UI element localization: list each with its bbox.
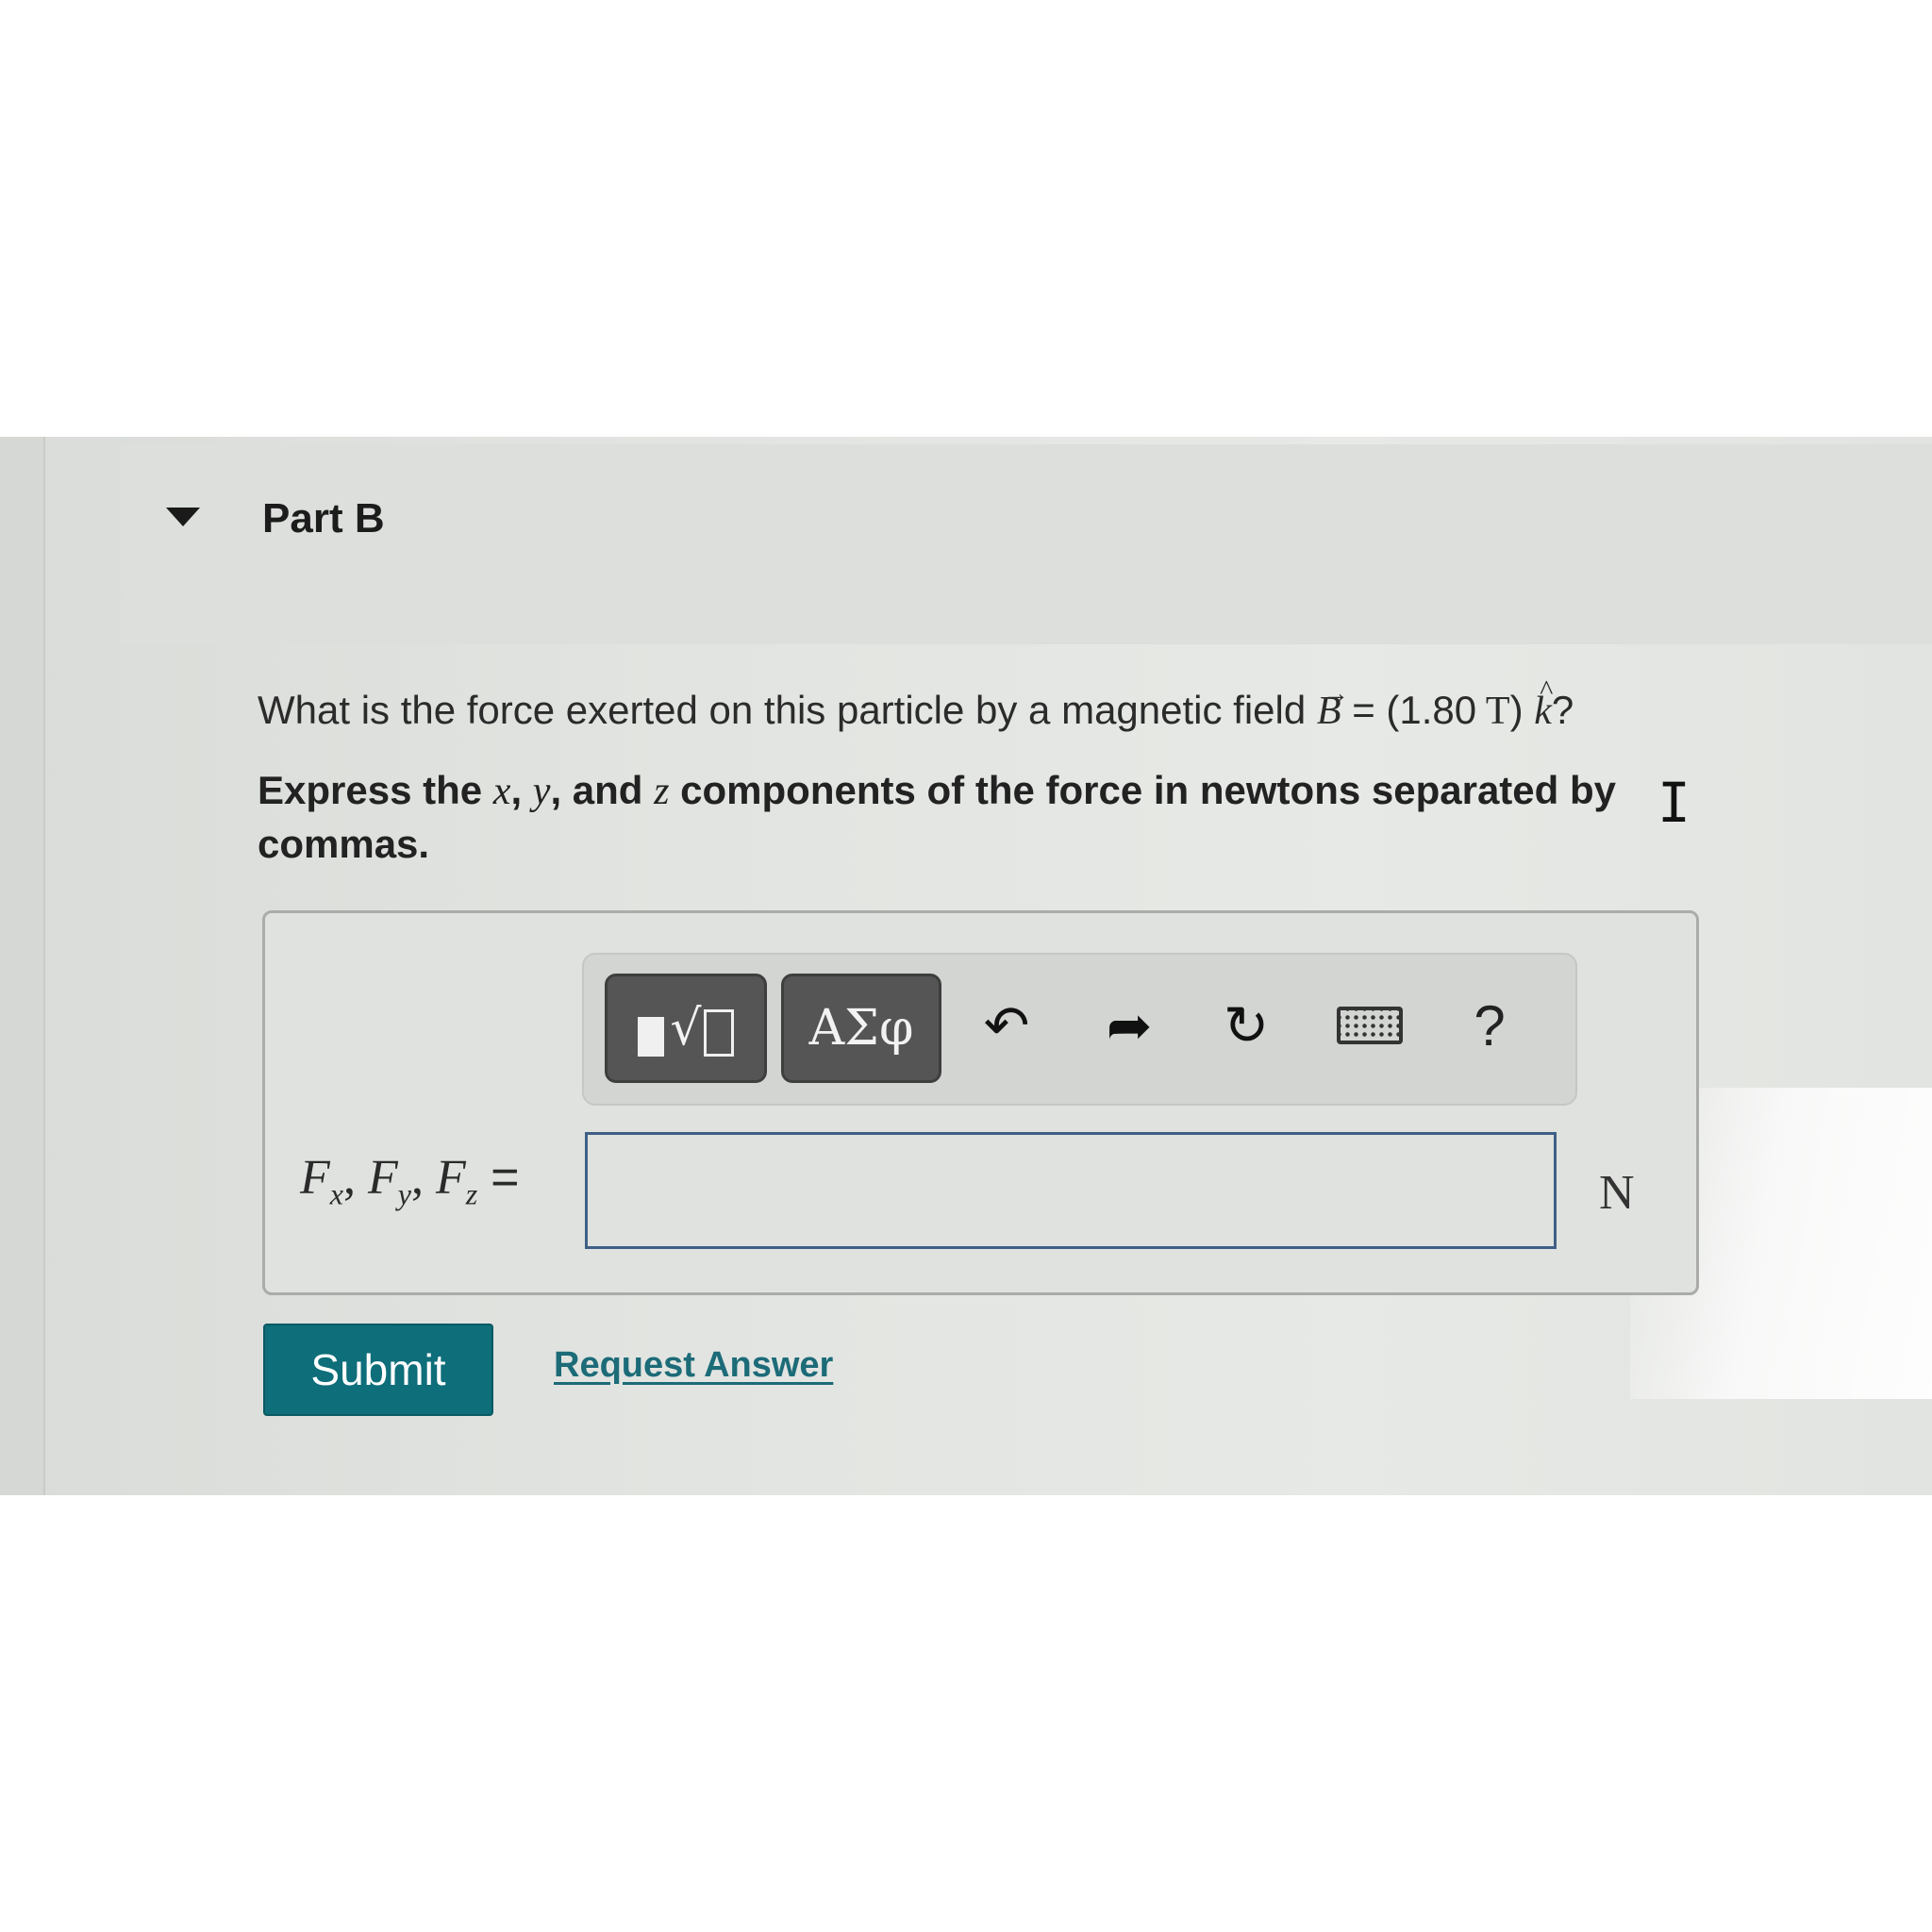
greek-symbols-button[interactable]: ΑΣφ (781, 974, 941, 1083)
reset-icon[interactable]: ↻ (1208, 978, 1284, 1073)
keyboard-icon[interactable] (1327, 978, 1412, 1073)
part-header (121, 444, 1932, 644)
fy-sub: y (397, 1176, 411, 1211)
question-panel: Part B What is the force exerted on this… (0, 437, 1932, 1495)
instruction-x: x (492, 770, 511, 813)
field-unit: T (1476, 690, 1510, 733)
collapse-triangle-icon[interactable] (166, 508, 200, 526)
field-vector: → B (1317, 679, 1349, 738)
fx-label: F (300, 1151, 330, 1205)
panel-left-edge (0, 437, 45, 1495)
math-toolbar: √ ΑΣφ ↶ ➦ ↻ ? (582, 953, 1577, 1106)
comma-2: , (410, 1151, 436, 1205)
question-close: ) (1509, 688, 1535, 732)
fz-label: F (435, 1151, 466, 1205)
request-answer-link[interactable]: Request Answer (554, 1345, 833, 1386)
question-text: What is the force exerted on this partic… (258, 675, 1729, 738)
k-unit-vector: ^ k (1534, 675, 1553, 738)
instruction-part1: Express the (258, 768, 493, 812)
fz-sub: z (465, 1176, 478, 1211)
template-block-icon (638, 1017, 665, 1057)
field-value: 1.80 (1399, 688, 1477, 732)
answer-input[interactable] (585, 1132, 1557, 1249)
question-mark: ? (1551, 688, 1574, 732)
vector-arrow-icon: → (1322, 679, 1349, 708)
part-title: Part B (262, 495, 385, 541)
text-cursor-icon: I (1657, 771, 1690, 835)
fy-label: F (367, 1151, 398, 1205)
instruction-y: y (532, 770, 551, 813)
template-box-icon (703, 1009, 734, 1057)
instruction-sep1: , (510, 768, 533, 812)
question-equals: = ( (1341, 688, 1400, 732)
question-prefix: What is the force exerted on this partic… (258, 688, 1317, 732)
unit-label: N (1599, 1166, 1635, 1220)
answer-equals: = (491, 1150, 520, 1205)
keyboard-shape (1337, 1007, 1403, 1044)
comma-1: , (342, 1151, 368, 1205)
submit-button[interactable]: Submit (263, 1324, 493, 1416)
templates-button[interactable]: √ (605, 974, 767, 1083)
redo-icon[interactable]: ➦ (1091, 978, 1167, 1073)
answer-label: Fx, Fy, Fz = (300, 1149, 520, 1211)
fx-sub: x (329, 1176, 343, 1211)
undo-icon[interactable]: ↶ (969, 978, 1044, 1073)
hat-icon: ^ (1540, 675, 1554, 706)
instruction-z: z (654, 770, 670, 813)
instruction-text: Express the x, y, and z components of th… (258, 764, 1729, 871)
sqrt-icon: √ (670, 1000, 702, 1057)
help-button[interactable]: ? (1452, 978, 1527, 1073)
instruction-part2: , and (550, 768, 655, 812)
